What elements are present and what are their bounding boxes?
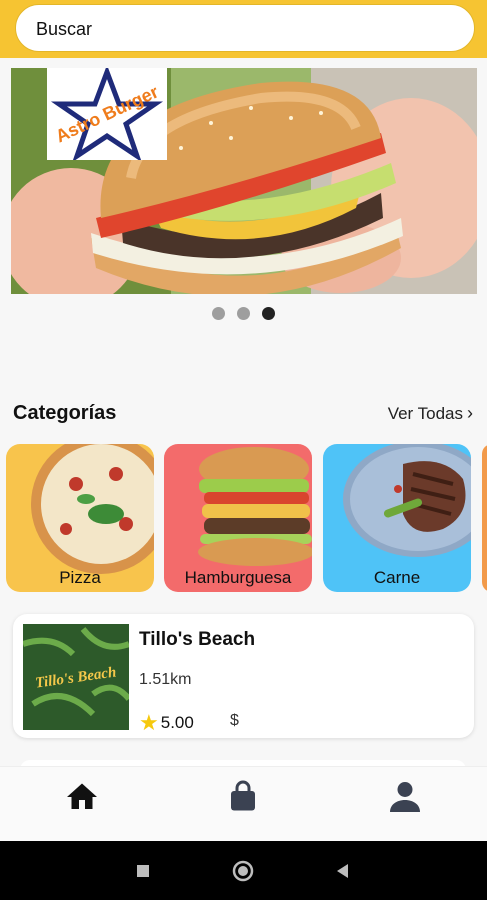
carousel-dot[interactable] [237,307,250,321]
circle-icon [232,860,254,882]
rating-value: 5.00 [160,713,194,732]
chevron-right-icon: › [467,403,473,423]
restaurant-name: Tillo's Beach [139,629,256,650]
restaurant-rating: ★ 5.00 [139,710,194,736]
bag-icon [231,780,255,811]
profile-icon [390,782,420,812]
home-button[interactable] [231,859,255,883]
recents-button[interactable] [131,859,155,883]
bottom-navigation [0,766,487,842]
carousel-dot-active[interactable] [262,307,276,321]
category-hamburguesa[interactable]: Hamburguesa [164,444,312,592]
see-all-label: Ver Todas [387,404,463,423]
nav-profile[interactable] [387,779,427,819]
category-peek[interactable] [482,444,487,592]
triangle-back-icon [337,864,348,878]
see-all-link[interactable]: Ver Todas › [388,403,473,424]
categories-list: Pizza Hamburguesa Carne [6,444,487,594]
category-label: Pizza [59,568,101,587]
home-icon [67,783,97,809]
category-label: Carne [373,568,421,587]
nav-home[interactable] [64,779,104,819]
square-icon [137,865,149,877]
category-label: Hamburguesa [184,568,292,587]
restaurant-card[interactable]: Tillo's Beach Tillo's Beach 1.51km ★ 5.00… [13,614,474,738]
category-pizza[interactable]: Pizza [6,444,154,592]
search-input[interactable] [34,5,458,53]
carousel-indicators [0,305,487,321]
nav-orders[interactable] [225,779,265,819]
restaurant-image: Tillo's Beach [23,624,129,730]
categories-header: Categorías Ver Todas › [13,398,473,428]
carousel-dot[interactable] [211,307,225,321]
star-logo-icon: Astro Burger [50,68,164,160]
brand-logo: Astro Burger [47,68,167,160]
category-carne[interactable]: Carne [323,444,471,592]
restaurant-distance: 1.51km [139,671,192,688]
star-icon: ★ [139,710,159,735]
back-button[interactable] [331,859,355,883]
system-navigation-bar [0,841,487,900]
promo-banner[interactable]: Astro Burger [11,68,477,294]
categories-title: Categorías [13,402,117,424]
search-bar[interactable] [15,4,475,53]
restaurant-price: $ [230,712,239,729]
restaurant-logo-image: Tillo's Beach [23,624,129,730]
top-app-bar [0,0,487,58]
